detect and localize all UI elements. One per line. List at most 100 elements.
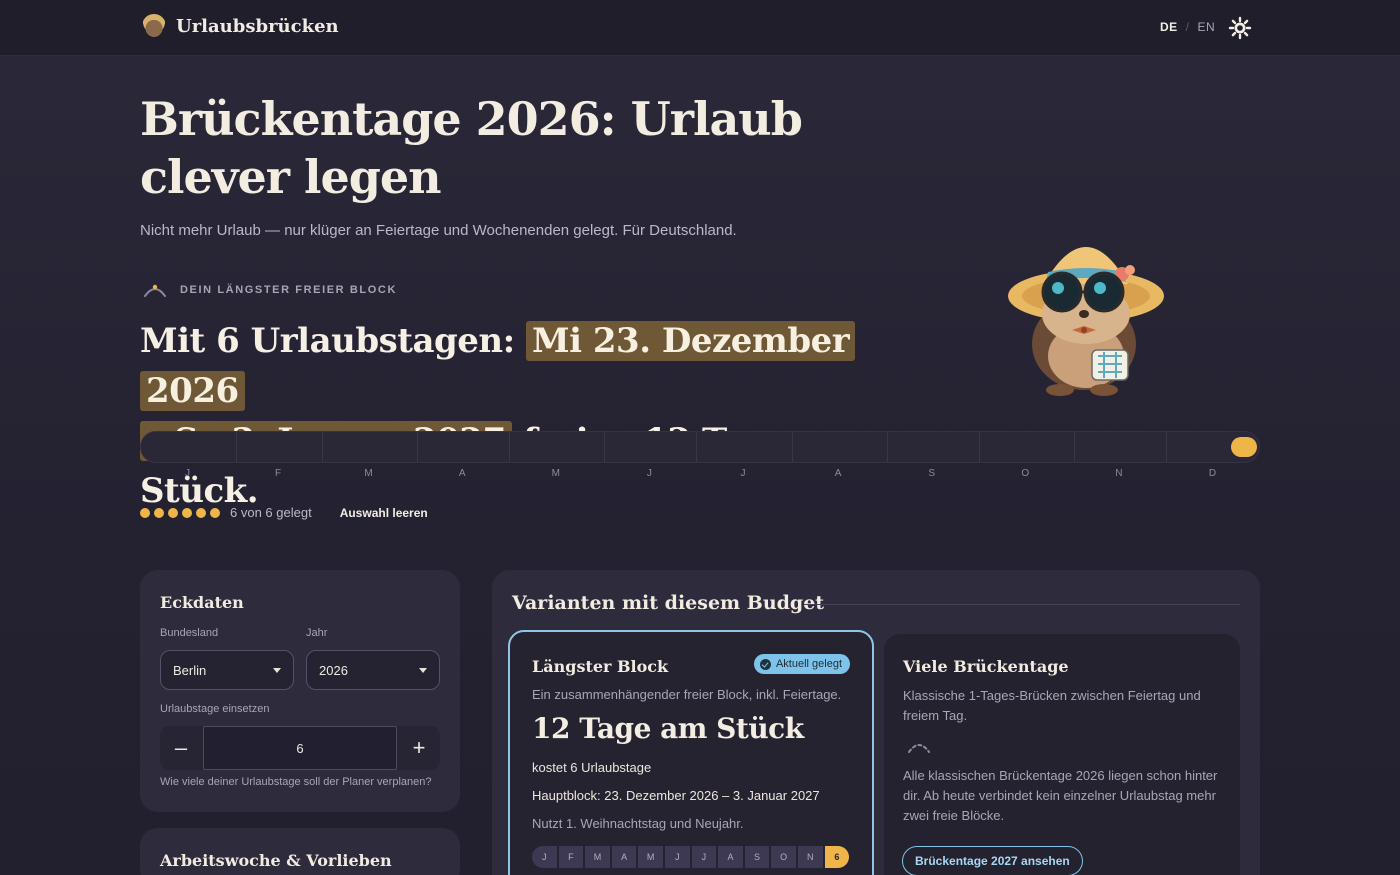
timeline-month-label: A xyxy=(834,468,842,479)
variant-longest-uses: Nutzt 1. Weihnachtstag und Neujahr. xyxy=(532,816,744,831)
arbeitswoche-title: Arbeitswoche & Vorlieben xyxy=(160,851,392,870)
timeline-month-divider xyxy=(978,432,980,462)
mini-month-cell: F xyxy=(558,846,584,868)
timeline-month-label: A xyxy=(458,468,466,479)
urlaubstage-hint: Wie viele deiner Urlaubstage soll der Pl… xyxy=(160,776,432,788)
chevron-down-icon xyxy=(273,667,281,673)
theme-toggle-button[interactable] xyxy=(1228,16,1252,40)
variants-card: Varianten mit diesem Budget Längster Blo… xyxy=(492,570,1260,875)
year-timeline[interactable] xyxy=(140,431,1260,463)
mini-month-cell: M xyxy=(638,846,663,868)
mini-month-cell: J xyxy=(532,846,557,868)
timeline-month-label: N xyxy=(1115,468,1123,479)
variant-many-note: Alle klassischen Brückentage 2026 liegen… xyxy=(903,768,1218,823)
vacation-day-dot xyxy=(168,507,178,518)
vacation-day-dot xyxy=(210,507,220,518)
timeline-month-label: J xyxy=(740,468,746,479)
variant-longest-block[interactable]: Längster Block Aktuell gelegt Ein zusamm… xyxy=(508,630,874,875)
lang-de-link[interactable]: DE xyxy=(1160,20,1178,34)
timeline-month-divider xyxy=(509,432,511,462)
vacation-day-dot xyxy=(196,507,206,518)
variant-longest-main-block: Hauptblock: 23. Dezember 2026 – 3. Janua… xyxy=(532,788,820,803)
vacation-day-dot xyxy=(182,507,192,518)
page-title: Brückentage 2026: Urlaub clever legen xyxy=(140,92,803,204)
bundesland-select[interactable]: Berlin xyxy=(160,650,294,690)
timeline-month-label: J xyxy=(185,468,191,479)
mini-month-cell: A xyxy=(611,846,637,868)
vacation-dots xyxy=(140,507,220,518)
jahr-value: 2026 xyxy=(319,662,348,678)
urlaubstage-stepper: – + xyxy=(160,726,440,770)
mini-month-cell-december: 6 xyxy=(824,846,850,868)
brand[interactable]: Urlaubsbrücken xyxy=(142,14,339,38)
check-icon xyxy=(759,658,771,670)
longest-block-headline: Mit 6 Urlaubstagen: Mi 23. Dezember 2026… xyxy=(140,316,940,516)
decrement-button[interactable]: – xyxy=(160,726,202,770)
timeline-month-divider xyxy=(322,432,324,462)
timeline-month-divider xyxy=(791,432,793,462)
timeline-months: JFMAMJJASOND xyxy=(140,468,1260,482)
urlaubstage-input[interactable] xyxy=(203,726,397,770)
badge-label: Aktuell gelegt xyxy=(775,658,842,670)
increment-button[interactable]: + xyxy=(398,726,440,770)
page-subtitle: Nicht mehr Urlaub — nur klüger an Feiert… xyxy=(140,222,737,239)
timeline-month-divider xyxy=(604,432,606,462)
selection-row: 6 von 6 gelegt Auswahl leeren xyxy=(140,505,428,520)
mini-month-cell: J xyxy=(664,846,690,868)
variant-longest-cost: kostet 6 Urlaubstage xyxy=(532,760,652,775)
chevron-down-icon xyxy=(419,667,427,673)
variant-many-bridges[interactable]: Viele Brückentage Klassische 1-Tages-Brü… xyxy=(884,634,1240,875)
vacation-day-dot xyxy=(140,507,150,518)
top-bar: Urlaubsbrücken DE / EN xyxy=(0,0,1400,56)
eckdaten-title: Eckdaten xyxy=(160,593,244,612)
variant-longest-big: 12 Tage am Stück xyxy=(532,712,804,745)
mini-month-cell: M xyxy=(585,846,610,868)
timeline-month-divider xyxy=(236,432,238,462)
timeline-month-label: J xyxy=(646,468,652,479)
longest-block-label: DEIN LÄNGSTER FREIER BLOCK xyxy=(142,282,397,298)
arc-icon xyxy=(908,744,930,753)
clear-selection-button[interactable]: Auswahl leeren xyxy=(340,506,428,520)
current-badge: Aktuell gelegt xyxy=(753,654,850,674)
timeline-month-label: D xyxy=(1208,468,1217,479)
timeline-month-label: M xyxy=(364,468,373,479)
timeline-month-divider xyxy=(886,432,888,462)
vacation-block-marker[interactable] xyxy=(1231,437,1257,457)
variant-many-title: Viele Brückentage xyxy=(903,657,1069,676)
timeline-month-divider xyxy=(696,432,698,462)
timeline-month-divider xyxy=(1073,432,1075,462)
mini-month-strip: JFMAMJJASON6 xyxy=(532,846,850,868)
sun-icon xyxy=(1228,16,1252,40)
bundesland-value: Berlin xyxy=(173,662,207,678)
jahr-select[interactable]: 2026 xyxy=(306,650,440,690)
bundesland-label: Bundesland xyxy=(160,627,219,639)
longest-block-caption: DEIN LÄNGSTER FREIER BLOCK xyxy=(180,284,397,296)
timeline-month-label: M xyxy=(551,468,560,479)
variant-longest-desc: Ein zusammenhängender freier Block, inkl… xyxy=(532,687,842,702)
timeline-month-label: F xyxy=(275,468,282,479)
language-switch: DE / EN xyxy=(1160,20,1215,34)
variant-longest-title: Längster Block xyxy=(532,657,669,676)
arbeitswoche-card: Arbeitswoche & Vorlieben xyxy=(140,828,460,875)
selection-status: 6 von 6 gelegt xyxy=(230,505,312,520)
jahr-label: Jahr xyxy=(306,627,328,639)
variants-title: Varianten mit diesem Budget xyxy=(512,592,825,614)
timeline-month-label: O xyxy=(1021,468,1030,479)
brand-name: Urlaubsbrücken xyxy=(176,15,339,37)
mini-month-cell: A xyxy=(718,846,743,868)
timeline-month-divider xyxy=(417,432,419,462)
view-2027-button[interactable]: Brückentage 2027 ansehen xyxy=(902,846,1083,875)
eckdaten-card: Eckdaten Bundesland Jahr Berlin 2026 Url… xyxy=(140,570,460,812)
arc-icon xyxy=(144,284,166,297)
divider xyxy=(804,604,1240,605)
mini-month-cell: J xyxy=(691,846,717,868)
urlaubstage-label: Urlaubstage einsetzen xyxy=(160,703,270,715)
vacation-day-dot xyxy=(154,507,164,518)
headline-prefix: Mit 6 Urlaubstagen: xyxy=(140,321,526,361)
mini-month-cell: S xyxy=(744,846,770,868)
mini-month-cell: O xyxy=(771,846,796,868)
lang-en-link[interactable]: EN xyxy=(1198,20,1216,34)
mini-month-cell: N xyxy=(797,846,823,868)
hedgehog-logo-icon xyxy=(142,14,166,38)
variant-many-desc: Klassische 1-Tages-Brücken zwischen Feie… xyxy=(903,688,1201,723)
